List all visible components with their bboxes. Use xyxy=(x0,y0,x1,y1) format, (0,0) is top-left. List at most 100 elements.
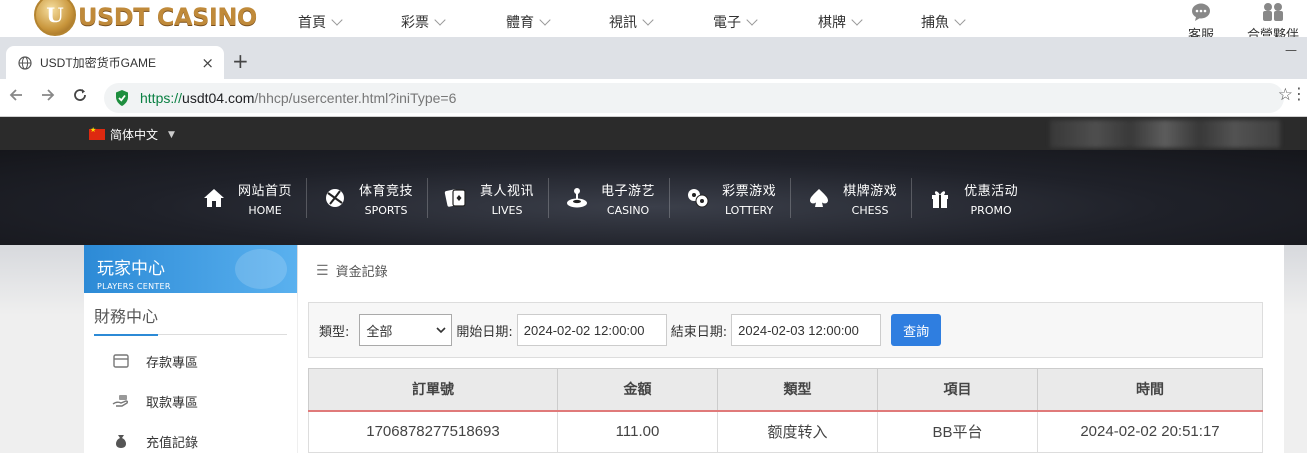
chevron-down-icon xyxy=(642,14,654,26)
nav-item-sports[interactable]: 体育竞技 SPORTS xyxy=(306,178,427,218)
cell-time: 2024-02-02 20:51:17 xyxy=(1037,410,1263,453)
sidebar-item-deposit[interactable]: 存款專區 xyxy=(84,341,297,381)
forward-button[interactable] xyxy=(40,87,56,108)
new-tab-button[interactable]: + xyxy=(232,51,249,71)
nav-item-lottery[interactable]: 彩票游戏 LOTTERY xyxy=(669,178,790,218)
start-date-value: 2024-02-02 12:00:00 xyxy=(523,322,645,338)
close-icon[interactable]: × xyxy=(201,54,214,72)
language-selector[interactable]: 简体中文 ▼ xyxy=(89,126,175,143)
home-icon xyxy=(200,184,228,212)
logo-coin: U xyxy=(34,0,76,36)
nav-item-lives[interactable]: 真人视讯 LIVES xyxy=(427,178,548,218)
cards-icon xyxy=(442,184,470,212)
url-field[interactable]: https://usdt04.com/hhcp/usercenter.html?… xyxy=(104,83,1284,113)
cell-item: BB平台 xyxy=(877,410,1038,453)
menu-item-fishing[interactable]: 捕魚 xyxy=(921,12,1021,32)
nav-item-casino[interactable]: 电子游艺 CASINO xyxy=(548,178,669,218)
records-table: 訂單號 金額 類型 項目 時間 1706878277518693 111.00 … xyxy=(308,368,1263,453)
nav-item-chess[interactable]: 棋牌游戏 CHESS xyxy=(790,178,911,218)
browser-tab[interactable]: USDT加密货币GAME × xyxy=(6,46,224,79)
reload-button[interactable] xyxy=(72,87,88,108)
finance-center-tab[interactable]: 財務中心 xyxy=(94,303,287,336)
sidebar-item-label: 充值記錄 xyxy=(146,435,199,451)
chevron-down-icon xyxy=(851,14,863,26)
sidebar-item-label: 存款專區 xyxy=(146,355,199,371)
table-header-row: 訂單號 金額 類型 項目 時間 xyxy=(308,368,1263,412)
kebab-menu-icon[interactable]: ⋮ xyxy=(1291,84,1307,103)
spade-icon xyxy=(805,184,833,212)
col-time: 時間 xyxy=(1037,368,1263,412)
customer-service-link[interactable]: 客服 xyxy=(1166,2,1236,37)
browser-address-bar: https://usdt04.com/hhcp/usercenter.html?… xyxy=(0,79,1307,117)
nav-label-cn: 彩票游戏 xyxy=(722,183,777,199)
globe-icon xyxy=(18,55,32,70)
chevron-down-icon xyxy=(436,326,446,333)
nav-label-en: HOME xyxy=(248,203,282,217)
casino-logo[interactable]: U USDT CASINO xyxy=(34,0,257,36)
nav-label-en: CASINO xyxy=(606,203,650,217)
menu-item-chess[interactable]: 棋牌 xyxy=(818,12,921,32)
menu-lines-icon: ☰ xyxy=(316,262,329,279)
col-order-number: 訂單號 xyxy=(308,368,558,412)
chat-bubble-icon xyxy=(1192,3,1210,21)
joystick-icon xyxy=(563,184,591,212)
menu-label: 彩票 xyxy=(401,15,429,31)
url-host: usdt04.com xyxy=(182,90,255,106)
end-date-label: 結束日期: xyxy=(670,324,728,340)
nav-label-cn: 体育竞技 xyxy=(359,183,414,199)
back-button[interactable] xyxy=(8,87,24,108)
shield-check-icon[interactable] xyxy=(114,89,130,107)
menu-item-sports[interactable]: 體育 xyxy=(506,12,609,32)
menu-item-slots[interactable]: 電子 xyxy=(713,12,818,32)
deposit-icon xyxy=(112,354,130,368)
nav-label-en: SPORTS xyxy=(364,203,408,217)
sidebar: 玩家中心 PLAYERS CENTER 財務中心 存款專區 取款專區 充值記錄 xyxy=(84,245,297,453)
cell-type: 额度转入 xyxy=(717,410,878,453)
blurred-account-area xyxy=(1050,120,1280,148)
col-amount: 金額 xyxy=(557,368,718,412)
cell-order-number: 1706878277518693 xyxy=(308,410,558,453)
type-select-value: 全部 xyxy=(366,324,393,340)
withdraw-icon xyxy=(112,394,130,408)
site-top-bar: 简体中文 ▼ xyxy=(0,117,1307,150)
menu-item-home[interactable]: 首頁 xyxy=(298,12,401,32)
chevron-down-icon xyxy=(434,14,446,26)
query-button[interactable]: 查詢 xyxy=(891,314,942,346)
table-row: 1706878277518693 111.00 额度转入 BB平台 2024-0… xyxy=(308,410,1263,453)
menu-label: 體育 xyxy=(506,15,534,31)
nav-item-home[interactable]: 网站首页 HOME xyxy=(196,178,306,218)
sidebar-item-withdraw[interactable]: 取款專區 xyxy=(84,381,297,421)
url-path: /hhcp/usercenter.html?iniType=6 xyxy=(254,90,457,106)
filter-bar: 類型: 全部 開始日期: 2024-02-02 12:00:00 結束日期: 2… xyxy=(308,302,1263,358)
sidebar-item-recharge-history[interactable]: 充值記錄 xyxy=(84,421,297,453)
menu-label: 首頁 xyxy=(298,15,326,31)
chevron-down-icon xyxy=(331,14,343,26)
players-center-header: 玩家中心 PLAYERS CENTER xyxy=(84,245,297,293)
panel-title-text: 資金記錄 xyxy=(335,265,388,280)
menu-item-lottery[interactable]: 彩票 xyxy=(401,12,506,32)
end-date-input[interactable]: 2024-02-03 12:00:00 xyxy=(731,314,882,346)
minimize-button[interactable]: — xyxy=(1285,43,1297,57)
type-select[interactable]: 全部 xyxy=(359,314,453,346)
menu-item-live[interactable]: 視訊 xyxy=(609,12,713,32)
partners-link[interactable]: 合營夥伴 xyxy=(1238,2,1307,37)
gift-icon xyxy=(926,184,954,212)
partners-icon xyxy=(1263,3,1283,21)
tab-title: USDT加密货币GAME xyxy=(40,56,157,70)
start-date-input[interactable]: 2024-02-02 12:00:00 xyxy=(516,314,667,346)
chevron-down-icon xyxy=(954,14,966,26)
nav-label-en: CHESS xyxy=(851,203,889,217)
reload-icon xyxy=(74,89,86,101)
chevron-down-icon xyxy=(746,14,758,26)
nav-item-promo[interactable]: 优惠活动 PROMO xyxy=(911,178,1032,218)
ball-icon xyxy=(321,184,349,212)
fund-records-panel: ☰ 資金記錄 類型: 全部 開始日期: 2024-02-02 12:00:00 … xyxy=(298,245,1284,453)
col-item: 項目 xyxy=(877,368,1038,412)
language-label: 简体中文 xyxy=(110,128,159,142)
nav-label-en: PROMO xyxy=(970,203,1012,217)
nav-label-cn: 棋牌游戏 xyxy=(843,183,898,199)
china-flag-icon xyxy=(89,126,105,140)
end-date-value: 2024-02-03 12:00:00 xyxy=(738,322,859,338)
menu-label: 棋牌 xyxy=(818,15,846,31)
nav-label-en: LIVES xyxy=(491,203,523,217)
